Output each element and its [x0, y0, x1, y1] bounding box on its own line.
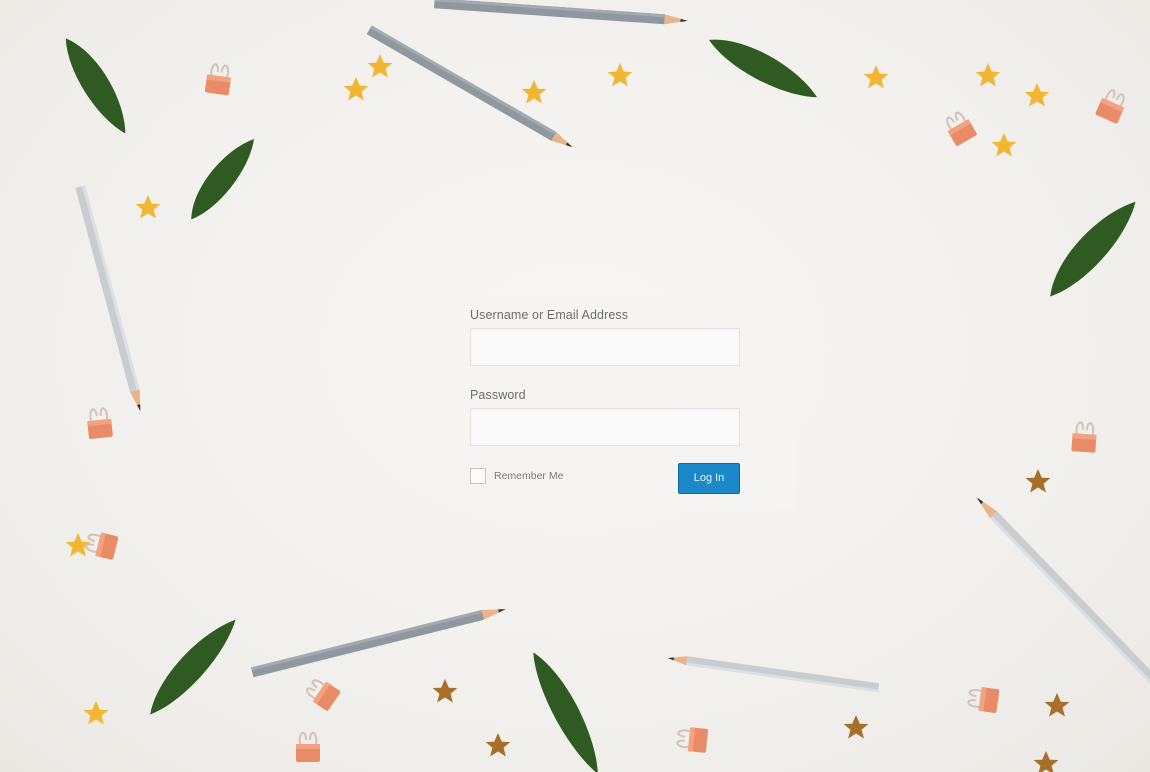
login-form: Username or Email Address Password Remem… — [456, 296, 796, 510]
remember-me-checkbox[interactable] — [470, 468, 486, 484]
star — [432, 469, 1070, 772]
username-label: Username or Email Address — [470, 308, 629, 322]
password-label: Password — [470, 388, 526, 402]
username-input[interactable] — [470, 328, 740, 366]
log-in-button[interactable]: Log In — [678, 463, 740, 494]
password-input[interactable] — [470, 408, 740, 446]
remember-me-label: Remember Me — [494, 470, 564, 482]
